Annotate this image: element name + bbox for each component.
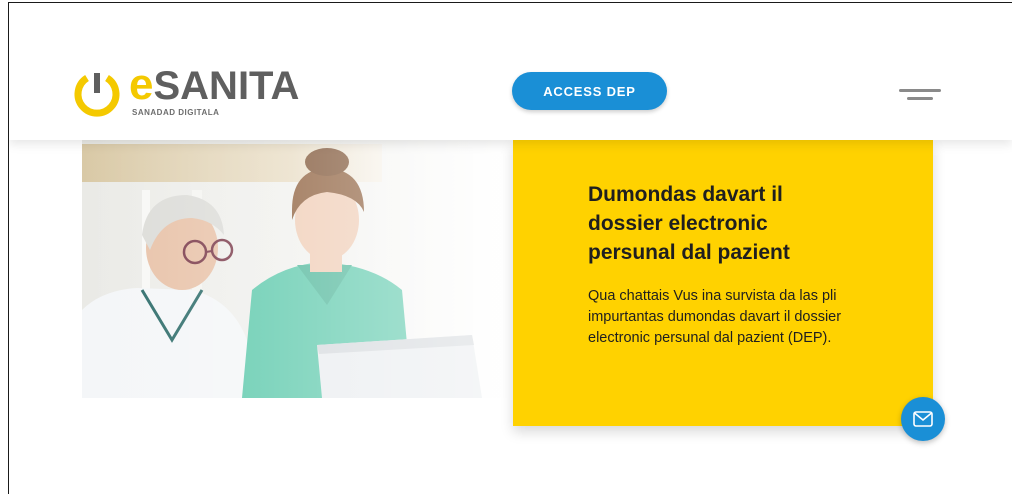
brand-tagline: SANADAD DIGITALA: [132, 108, 220, 117]
browser-viewport: eSANITA SANADAD DIGITALA ACCESS DEP Dumo…: [8, 2, 1012, 494]
brand-wordmark: eSANITA: [129, 63, 300, 108]
brand-name: SANITA: [153, 64, 300, 108]
esanita-logo[interactable]: eSANITA SANADAD DIGITALA: [73, 63, 299, 125]
power-icon: [74, 73, 120, 117]
site-header: eSANITA SANADAD DIGITALA ACCESS DEP: [9, 3, 1012, 140]
doctor-and-nurse-photo: [82, 140, 512, 398]
hamburger-menu-icon[interactable]: [895, 87, 945, 103]
card-title: Dumondas davart il dossier electronic pe…: [588, 183, 790, 264]
mail-icon: [913, 411, 933, 427]
card-description: Qua chattais Vus ina survista da las pli…: [588, 288, 842, 346]
dep-info-card: Dumondas davart il dossier electronic pe…: [513, 140, 933, 426]
access-dep-button[interactable]: ACCESS DEP: [512, 72, 667, 110]
brand-prefix: e: [129, 60, 154, 109]
contact-mail-button[interactable]: [901, 397, 945, 441]
